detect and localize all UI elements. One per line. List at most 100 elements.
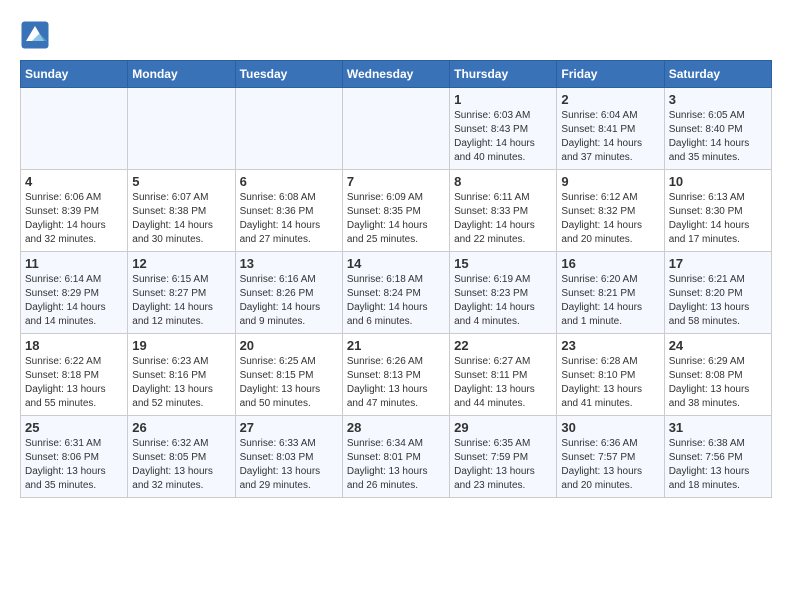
day-info: Sunrise: 6:11 AM Sunset: 8:33 PM Dayligh… (454, 191, 552, 247)
calendar-cell (342, 88, 449, 170)
day-info: Sunrise: 6:36 AM Sunset: 7:57 PM Dayligh… (561, 437, 659, 493)
calendar-cell (128, 88, 235, 170)
day-info: Sunrise: 6:14 AM Sunset: 8:29 PM Dayligh… (25, 273, 123, 329)
day-info: Sunrise: 6:38 AM Sunset: 7:56 PM Dayligh… (669, 437, 767, 493)
calendar-cell: 23Sunrise: 6:28 AM Sunset: 8:10 PM Dayli… (557, 334, 664, 416)
day-number: 25 (25, 420, 123, 435)
day-info: Sunrise: 6:08 AM Sunset: 8:36 PM Dayligh… (240, 191, 338, 247)
day-info: Sunrise: 6:09 AM Sunset: 8:35 PM Dayligh… (347, 191, 445, 247)
calendar-cell: 19 Sunrise: 6:23 AM Sunset: 8:16 PM Dayli… (128, 334, 235, 416)
day-number: 9 (561, 174, 659, 189)
calendar-cell: 11 Sunrise: 6:14 AM Sunset: 8:29 PM Dayli… (21, 252, 128, 334)
day-info: Sunrise: 6:34 AM Sunset: 8:01 PM Dayligh… (347, 437, 445, 493)
calendar-cell: 14 Sunrise: 6:18 AM Sunset: 8:24 PM Dayli… (342, 252, 449, 334)
day-number: 20 (240, 338, 338, 353)
day-number: 22 (454, 338, 552, 353)
day-info: Sunrise: 6:06 AM Sunset: 8:39 PM Dayligh… (25, 191, 123, 247)
calendar-cell: 24 Sunrise: 6:29 AM Sunset: 8:08 PM Dayli… (664, 334, 771, 416)
day-info: Sunrise: 6:32 AM Sunset: 8:05 PM Dayligh… (132, 437, 230, 493)
day-number: 4 (25, 174, 123, 189)
day-number: 2 (561, 92, 659, 107)
day-number: 30 (561, 420, 659, 435)
day-number: 17 (669, 256, 767, 271)
calendar-cell: 21 Sunrise: 6:26 AM Sunset: 8:13 PM Dayli… (342, 334, 449, 416)
calendar-cell: 6 Sunrise: 6:08 AM Sunset: 8:36 PM Daylig… (235, 170, 342, 252)
day-info: Sunrise: 6:25 AM Sunset: 8:15 PM Dayligh… (240, 355, 338, 411)
day-info: Sunrise: 6:35 AM Sunset: 7:59 PM Dayligh… (454, 437, 552, 493)
day-number: 26 (132, 420, 230, 435)
day-number: 12 (132, 256, 230, 271)
day-info: Sunrise: 6:27 AM Sunset: 8:11 PM Dayligh… (454, 355, 552, 411)
calendar-cell: 27 Sunrise: 6:33 AM Sunset: 8:03 PM Dayli… (235, 416, 342, 498)
calendar-cell: 9Sunrise: 6:12 AM Sunset: 8:32 PM Daylig… (557, 170, 664, 252)
day-info: Sunrise: 6:21 AM Sunset: 8:20 PM Dayligh… (669, 273, 767, 329)
logo (20, 20, 54, 50)
day-info: Sunrise: 6:23 AM Sunset: 8:16 PM Dayligh… (132, 355, 230, 411)
day-info: Sunrise: 6:03 AM Sunset: 8:43 PM Dayligh… (454, 109, 552, 165)
calendar-cell: 18Sunrise: 6:22 AM Sunset: 8:18 PM Dayli… (21, 334, 128, 416)
calendar-cell (21, 88, 128, 170)
day-info: Sunrise: 6:04 AM Sunset: 8:41 PM Dayligh… (561, 109, 659, 165)
day-number: 23 (561, 338, 659, 353)
day-number: 10 (669, 174, 767, 189)
calendar-cell: 13 Sunrise: 6:16 AM Sunset: 8:26 PM Dayli… (235, 252, 342, 334)
day-info: Sunrise: 6:33 AM Sunset: 8:03 PM Dayligh… (240, 437, 338, 493)
day-info: Sunrise: 6:13 AM Sunset: 8:30 PM Dayligh… (669, 191, 767, 247)
calendar-cell: 7 Sunrise: 6:09 AM Sunset: 8:35 PM Daylig… (342, 170, 449, 252)
weekday-header: Friday (557, 61, 664, 88)
day-number: 11 (25, 256, 123, 271)
weekday-header: Saturday (664, 61, 771, 88)
day-info: Sunrise: 6:07 AM Sunset: 8:38 PM Dayligh… (132, 191, 230, 247)
calendar-table: SundayMondayTuesdayWednesdayThursdayFrid… (20, 60, 772, 498)
calendar-cell: 17 Sunrise: 6:21 AM Sunset: 8:20 PM Dayli… (664, 252, 771, 334)
day-info: Sunrise: 6:20 AM Sunset: 8:21 PM Dayligh… (561, 273, 659, 329)
calendar-week-row: 25 Sunrise: 6:31 AM Sunset: 8:06 PM Dayli… (21, 416, 772, 498)
day-number: 19 (132, 338, 230, 353)
day-info: Sunrise: 6:16 AM Sunset: 8:26 PM Dayligh… (240, 273, 338, 329)
calendar-cell: 12 Sunrise: 6:15 AM Sunset: 8:27 PM Dayli… (128, 252, 235, 334)
calendar-cell (235, 88, 342, 170)
calendar-cell: 8Sunrise: 6:11 AM Sunset: 8:33 PM Daylig… (450, 170, 557, 252)
weekday-header: Wednesday (342, 61, 449, 88)
day-number: 24 (669, 338, 767, 353)
day-info: Sunrise: 6:31 AM Sunset: 8:06 PM Dayligh… (25, 437, 123, 493)
day-info: Sunrise: 6:19 AM Sunset: 8:23 PM Dayligh… (454, 273, 552, 329)
day-number: 31 (669, 420, 767, 435)
weekday-header: Monday (128, 61, 235, 88)
day-info: Sunrise: 6:15 AM Sunset: 8:27 PM Dayligh… (132, 273, 230, 329)
day-number: 21 (347, 338, 445, 353)
calendar-week-row: 4 Sunrise: 6:06 AM Sunset: 8:39 PM Daylig… (21, 170, 772, 252)
day-number: 27 (240, 420, 338, 435)
calendar-cell: 28 Sunrise: 6:34 AM Sunset: 8:01 PM Dayli… (342, 416, 449, 498)
page-header (20, 20, 772, 50)
calendar-cell: 20 Sunrise: 6:25 AM Sunset: 8:15 PM Dayli… (235, 334, 342, 416)
day-number: 18 (25, 338, 123, 353)
calendar-cell: 26 Sunrise: 6:32 AM Sunset: 8:05 PM Dayli… (128, 416, 235, 498)
weekday-header: Thursday (450, 61, 557, 88)
day-number: 14 (347, 256, 445, 271)
day-info: Sunrise: 6:18 AM Sunset: 8:24 PM Dayligh… (347, 273, 445, 329)
calendar-cell: 2 Sunrise: 6:04 AM Sunset: 8:41 PM Daylig… (557, 88, 664, 170)
day-info: Sunrise: 6:05 AM Sunset: 8:40 PM Dayligh… (669, 109, 767, 165)
calendar-cell: 30 Sunrise: 6:36 AM Sunset: 7:57 PM Dayli… (557, 416, 664, 498)
calendar-week-row: 1 Sunrise: 6:03 AM Sunset: 8:43 PM Daylig… (21, 88, 772, 170)
day-info: Sunrise: 6:26 AM Sunset: 8:13 PM Dayligh… (347, 355, 445, 411)
calendar-cell: 10 Sunrise: 6:13 AM Sunset: 8:30 PM Dayli… (664, 170, 771, 252)
weekday-header: Tuesday (235, 61, 342, 88)
calendar-week-row: 11 Sunrise: 6:14 AM Sunset: 8:29 PM Dayli… (21, 252, 772, 334)
day-number: 1 (454, 92, 552, 107)
day-info: Sunrise: 6:29 AM Sunset: 8:08 PM Dayligh… (669, 355, 767, 411)
day-number: 16 (561, 256, 659, 271)
day-number: 3 (669, 92, 767, 107)
day-number: 13 (240, 256, 338, 271)
calendar-cell: 1 Sunrise: 6:03 AM Sunset: 8:43 PM Daylig… (450, 88, 557, 170)
day-number: 7 (347, 174, 445, 189)
day-number: 15 (454, 256, 552, 271)
calendar-cell: 16 Sunrise: 6:20 AM Sunset: 8:21 PM Dayli… (557, 252, 664, 334)
weekday-header-row: SundayMondayTuesdayWednesdayThursdayFrid… (21, 61, 772, 88)
day-number: 6 (240, 174, 338, 189)
day-number: 28 (347, 420, 445, 435)
calendar-cell: 22 Sunrise: 6:27 AM Sunset: 8:11 PM Dayli… (450, 334, 557, 416)
calendar-cell: 15 Sunrise: 6:19 AM Sunset: 8:23 PM Dayli… (450, 252, 557, 334)
calendar-cell: 5Sunrise: 6:07 AM Sunset: 8:38 PM Daylig… (128, 170, 235, 252)
